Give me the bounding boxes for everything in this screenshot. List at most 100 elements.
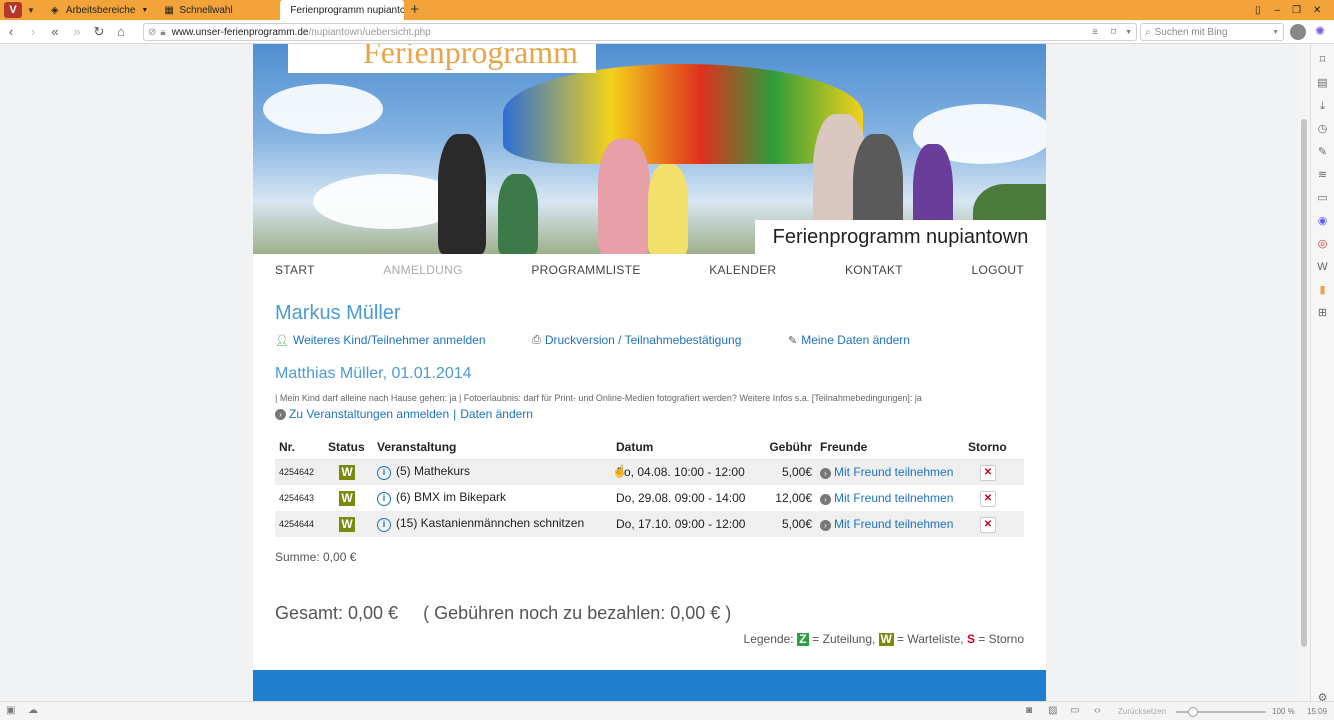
forward-icon[interactable]: ›	[22, 24, 44, 39]
panel-toggle-icon[interactable]: ▣	[6, 705, 15, 716]
cancel-button[interactable]: ✕	[980, 490, 996, 507]
nav-logout[interactable]: LOGOUT	[971, 263, 1023, 277]
link-separator: |	[453, 407, 457, 421]
tab-speed-dial[interactable]: ▦ Schnellwahl	[158, 0, 276, 20]
add-participant-link[interactable]: 👤︎ Weiteres Kind/Teilnehmer anmelden	[275, 333, 486, 347]
page-scrollbar[interactable]	[1298, 44, 1310, 701]
translate-icon[interactable]: ≋	[1318, 168, 1327, 182]
chevron-right-icon: ›	[820, 494, 831, 505]
close-icon[interactable]: ✕	[1313, 5, 1321, 16]
history-icon[interactable]: ◷	[1318, 122, 1328, 136]
info-icon[interactable]: i	[377, 492, 391, 506]
print-link[interactable]: ⎙ Druckversion / Teilnahmebestätigung	[532, 333, 741, 347]
zoom-slider-handle[interactable]	[1188, 707, 1198, 717]
side-panel: ⌑ ▤ ⤓ ◷ ✎ ≋ ▭ ◉ ◎ W ▮ ⊞ ⚙	[1310, 44, 1334, 704]
sync-icon[interactable]: ☁	[28, 705, 38, 716]
col-fee: Gebühr	[755, 435, 816, 460]
calendar-icon[interactable]: ▭	[1317, 191, 1327, 205]
mastodon-icon[interactable]: ◉	[1318, 214, 1328, 228]
child-figure	[598, 139, 650, 254]
downloads-icon[interactable]: ⤓	[1320, 99, 1325, 113]
site-panel-icon[interactable]: ▮	[1319, 283, 1325, 297]
url-field[interactable]: ⊘ 🔒︎ www.unser-ferienprogramm.de /nupian…	[143, 23, 1137, 41]
zoom-slider[interactable]	[1176, 707, 1266, 717]
new-tab-icon[interactable]: +	[410, 0, 419, 20]
reader-icon[interactable]: ≡	[1092, 27, 1098, 38]
printer-icon: ⎙	[532, 333, 541, 346]
parent-name: Markus Müller	[275, 302, 401, 324]
info-icon[interactable]: i	[377, 466, 391, 481]
profile-avatar[interactable]	[1290, 24, 1306, 40]
fast-forward-icon[interactable]: »	[66, 24, 88, 39]
register-events-link[interactable]: Zu Veranstaltungen anmelden	[289, 407, 449, 421]
legend-w-text: = Warteliste,	[897, 632, 964, 646]
event-date: Do, 29.08. 09:00 - 14:00	[616, 491, 746, 505]
event-date: Do, 17.10. 09:00 - 12:00	[612, 511, 755, 537]
tile-icon[interactable]: ▯	[1255, 5, 1261, 16]
nav-start[interactable]: START	[275, 263, 315, 277]
bookmark-icon[interactable]: ⌑	[1111, 27, 1116, 38]
maximize-icon[interactable]: ❐	[1292, 5, 1301, 16]
add-panel-icon[interactable]: ⊞	[1318, 306, 1327, 320]
legend: Legende: Z = Zuteilung, W = Warteliste, …	[744, 632, 1024, 646]
site-logo[interactable]: Ferienprogramm	[288, 44, 596, 73]
nav-programmliste[interactable]: PROGRAMMLISTE	[531, 263, 640, 277]
code-icon[interactable]: ‹›	[1094, 705, 1101, 716]
chevron-down-icon[interactable]: ▼	[27, 6, 35, 15]
wikipedia-icon[interactable]: W	[1317, 260, 1327, 274]
friend-link[interactable]: Mit Freund teilnehmen	[834, 517, 953, 531]
tab-ferienprogramm[interactable]: Ferienprogramm nupiantc	[280, 0, 405, 20]
outstanding-text: ( Gebühren noch zu bezahlen: 0,00 € )	[423, 603, 732, 623]
site-info-icon[interactable]: ⊘	[148, 27, 156, 38]
lock-icon: 🔒︎	[160, 26, 166, 38]
row-nr: 4254643	[279, 493, 315, 503]
home-icon[interactable]: ⌂	[110, 24, 132, 39]
minimize-icon[interactable]: –	[1275, 5, 1281, 16]
col-nr: Nr.	[275, 435, 324, 460]
extension-icon[interactable]: ✺	[1315, 24, 1325, 38]
bookmarks-icon[interactable]: ⌑	[1320, 53, 1326, 67]
event-name: (5) Mathekurs	[396, 464, 471, 479]
cancel-button[interactable]: ✕	[980, 516, 996, 533]
zoom-level: 100 %	[1272, 707, 1295, 716]
scrollbar-thumb[interactable]	[1301, 119, 1307, 647]
vivaldi-icon[interactable]: ◎	[1318, 237, 1328, 251]
nav-anmeldung[interactable]: ANMELDUNG	[383, 263, 462, 277]
chevron-down-icon[interactable]: ▼	[1125, 29, 1132, 36]
add-participant-label: Weiteres Kind/Teilnehmer anmelden	[292, 333, 486, 347]
footer-bar	[253, 670, 1046, 701]
back-icon[interactable]: ‹	[0, 24, 22, 39]
status-badge: W	[339, 490, 355, 506]
rewind-icon[interactable]: «	[44, 24, 66, 39]
total-text: Gesamt: 0,00 €	[275, 603, 399, 623]
notes-icon[interactable]: ✎	[1318, 145, 1327, 159]
friend-link[interactable]: Mit Freund teilnehmen	[834, 491, 953, 505]
status-bar: ▣ ☁ ◙ ▨ ▭ ‹› Zurücksetzen 100 % 15:09	[0, 701, 1334, 720]
tab-workspaces[interactable]: ◈ Arbeitsbereiche ▼	[45, 0, 154, 20]
chevron-down-icon[interactable]: ▼	[1272, 29, 1279, 36]
nav-kontakt[interactable]: KONTAKT	[845, 263, 903, 277]
edit-child-link[interactable]: Daten ändern	[460, 407, 533, 421]
col-friends: Freunde	[816, 435, 964, 460]
nav-kalender[interactable]: KALENDER	[709, 263, 776, 277]
child-figure	[438, 134, 486, 254]
edit-data-link[interactable]: ✎ Meine Daten ändern	[788, 333, 910, 347]
pencil-icon: ✎	[788, 334, 798, 347]
url-path: /nupiantown/uebersicht.php	[308, 26, 431, 38]
info-icon[interactable]: i	[377, 518, 391, 532]
search-field[interactable]: ⌕ Suchen mit Bing ▼	[1140, 23, 1284, 41]
friend-link[interactable]: Mit Freund teilnehmen	[834, 465, 953, 479]
hero-image: Ferienprogramm Ferienprogramm nupiantown	[253, 44, 1046, 254]
grid-icon: ▦	[164, 4, 174, 16]
child-info: | Mein Kind darf alleine nach Hause gehe…	[275, 393, 922, 403]
images-icon[interactable]: ▨	[1048, 705, 1057, 716]
reading-list-icon[interactable]: ▤	[1317, 76, 1327, 90]
tiling-icon[interactable]: ▭	[1070, 705, 1079, 716]
col-date: Datum	[612, 435, 755, 460]
zoom-reset-button[interactable]: Zurücksetzen	[1118, 707, 1166, 716]
reload-icon[interactable]: ↻	[88, 24, 110, 40]
vivaldi-menu-icon[interactable]: V	[4, 2, 22, 18]
capture-icon[interactable]: ◙	[1026, 705, 1032, 716]
tab-label: Schnellwahl	[179, 4, 233, 16]
cancel-button[interactable]: ✕	[980, 464, 996, 481]
